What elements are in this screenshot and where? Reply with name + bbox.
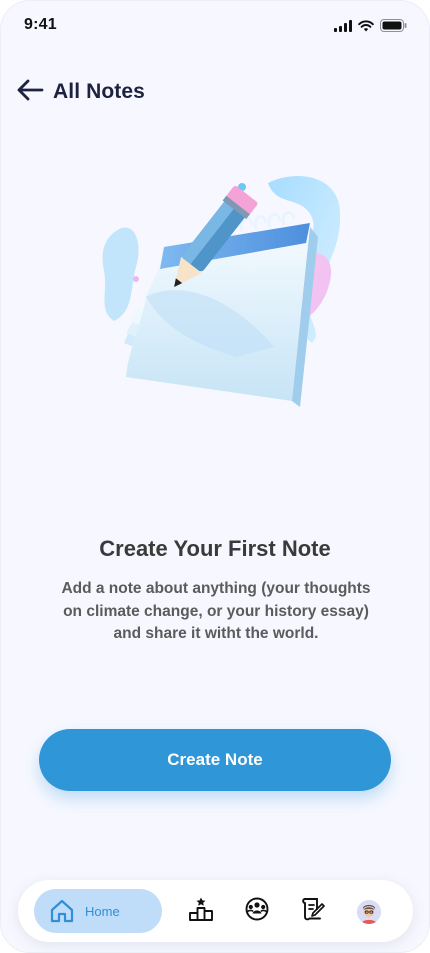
- page-title: All Notes: [53, 80, 145, 103]
- create-note-button[interactable]: Create Note: [39, 729, 391, 791]
- scroll-pen-icon: [300, 896, 326, 927]
- nav-item-notes[interactable]: [299, 897, 327, 925]
- app-screen: 9:41 All Notes Create Your First Note Ad…: [0, 0, 430, 953]
- empty-state-description: Add a note about anything (your thoughts…: [61, 580, 371, 642]
- wifi-icon: [358, 19, 374, 37]
- nav-item-leaderboard[interactable]: [187, 897, 215, 925]
- signal-icon: [334, 19, 352, 37]
- nav-item-community[interactable]: [243, 897, 271, 925]
- avatar[interactable]: [357, 900, 381, 924]
- header: All Notes: [15, 77, 145, 107]
- bottom-nav: Home: [18, 880, 413, 942]
- podium-icon: [188, 896, 214, 927]
- nav-home-label: Home: [85, 903, 120, 919]
- notepad-with-pencil-illustration: [86, 171, 351, 411]
- nav-item-home[interactable]: Home: [34, 889, 162, 933]
- status-time: 9:41: [24, 16, 57, 33]
- battery-icon: [380, 19, 407, 37]
- arrow-left-icon: [16, 79, 44, 106]
- status-icons: [334, 19, 407, 37]
- home-icon: [49, 898, 75, 924]
- community-globe-icon: [244, 896, 270, 927]
- empty-state-title: Create Your First Note: [99, 536, 331, 561]
- status-bar: 9:41: [1, 1, 429, 51]
- back-button[interactable]: [15, 77, 45, 107]
